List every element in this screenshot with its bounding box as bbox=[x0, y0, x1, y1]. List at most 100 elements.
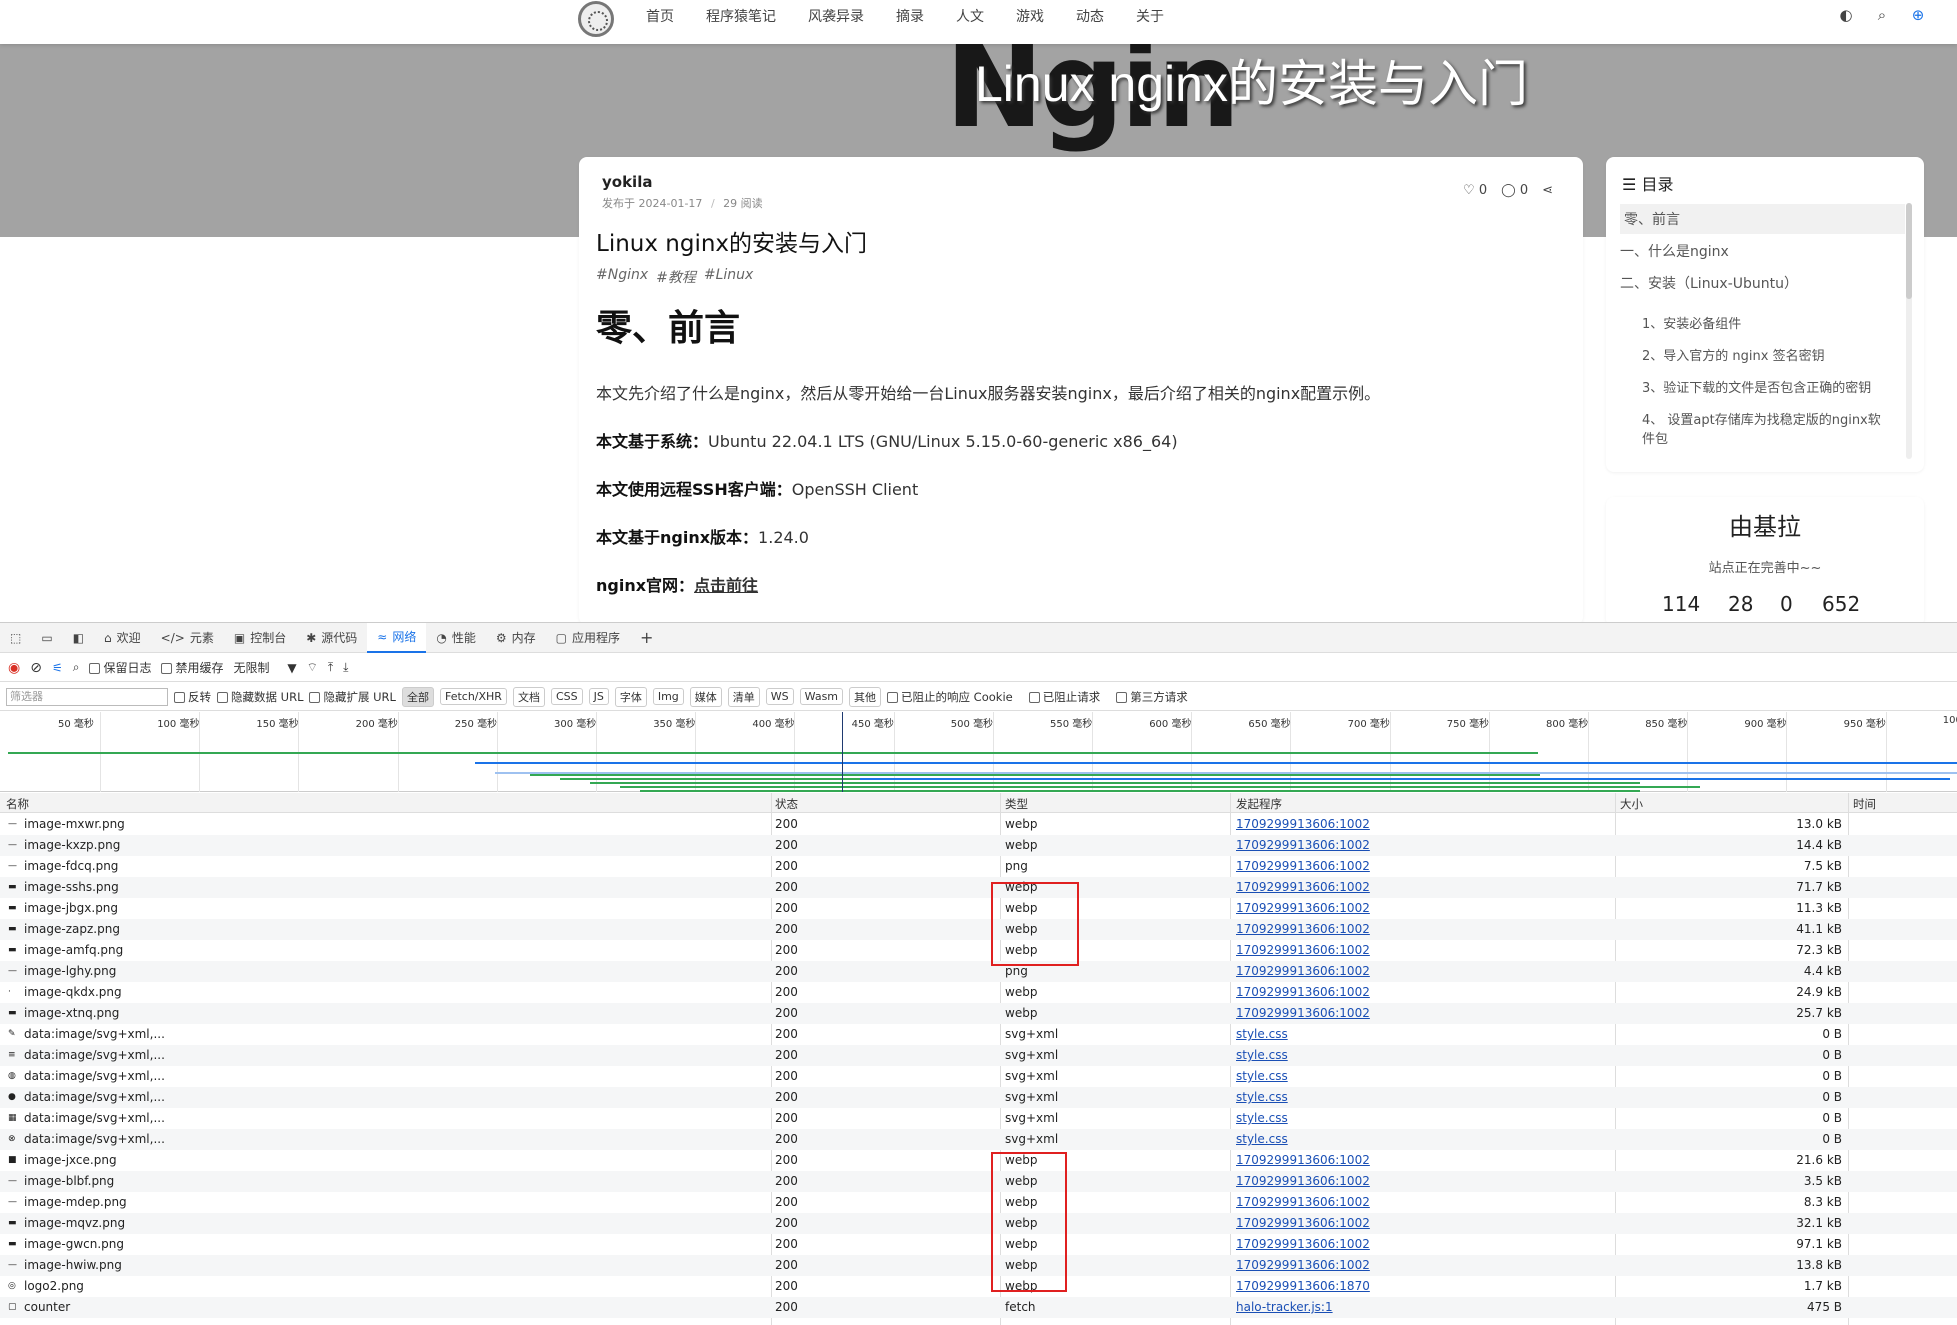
request-name[interactable]: image-zapz.png bbox=[24, 922, 120, 936]
col-size[interactable]: 大小 bbox=[1620, 796, 1643, 812]
request-initiator[interactable]: 1709299913606:1002 bbox=[1236, 1153, 1370, 1167]
hide-data-url-checkbox[interactable]: 隐藏数据 URL bbox=[217, 689, 303, 705]
nav-link-about[interactable]: 关于 bbox=[1136, 6, 1164, 26]
tag-tutorial[interactable]: #教程 bbox=[656, 267, 696, 287]
request-name[interactable]: counter bbox=[24, 1300, 70, 1314]
request-name[interactable]: image-lghy.png bbox=[24, 964, 116, 978]
table-row[interactable]: — image-blbf.png 200 webp 1709299913606:1002… bbox=[0, 1171, 1957, 1192]
search-icon[interactable]: ⌕ bbox=[1873, 6, 1891, 24]
type-filter-font[interactable]: 字体 bbox=[614, 686, 647, 707]
blocked-requests-checkbox[interactable]: 已阻止请求 bbox=[1028, 689, 1100, 705]
table-row[interactable]: ▬ image-mqvz.png 200 webp 1709299913606:1002… bbox=[0, 1213, 1957, 1234]
type-filter-doc[interactable]: 文档 bbox=[512, 686, 545, 707]
request-initiator[interactable]: 1709299913606:1002 bbox=[1236, 838, 1370, 852]
request-initiator[interactable]: 1709299913606:1002 bbox=[1236, 1258, 1370, 1272]
table-row[interactable]: ▬ image-gwcn.png 200 webp 1709299913606:1002… bbox=[0, 1234, 1957, 1255]
table-row[interactable]: ◍ data:image/svg+xml,... 200 svg+xml style.c… bbox=[0, 1066, 1957, 1087]
request-name[interactable]: image-qkdx.png bbox=[24, 985, 122, 999]
request-initiator[interactable]: 1709299913606:1870 bbox=[1236, 1279, 1370, 1293]
toc-item[interactable]: 二、安装（Linux-Ubuntu） bbox=[1620, 273, 1905, 293]
request-initiator[interactable]: style.css bbox=[1236, 1111, 1288, 1125]
network-conditions-icon[interactable]: ⌔ bbox=[307, 660, 318, 675]
type-filter-other[interactable]: 其他 bbox=[849, 686, 882, 707]
network-timeline[interactable]: 50 毫秒 100 毫秒 150 毫秒 200 毫秒 250 毫秒 300 毫秒 350 毫… bbox=[0, 712, 1957, 792]
table-row[interactable]: ▬ image-sshs.png 200 webp 1709299913606:1002… bbox=[0, 877, 1957, 898]
tab-memory[interactable]: ⚙ 内存 bbox=[486, 623, 546, 653]
filter-icon[interactable]: ⚟ bbox=[52, 661, 63, 675]
add-tab-icon[interactable]: + bbox=[630, 623, 663, 653]
request-name[interactable]: image-amfq.png bbox=[24, 943, 123, 957]
theme-toggle-icon[interactable]: ◐ bbox=[1837, 6, 1855, 24]
toc-item[interactable]: 零、前言 bbox=[1620, 204, 1905, 234]
request-initiator[interactable]: 1709299913606:1002 bbox=[1236, 943, 1370, 957]
request-name[interactable]: image-gwcn.png bbox=[24, 1237, 124, 1251]
share-icon[interactable]: ⋖ bbox=[1542, 183, 1553, 198]
table-row[interactable]: — image-mxwr.png 200 webp 1709299913606:1002… bbox=[0, 814, 1957, 835]
table-row[interactable]: · image-qkdx.png 200 webp 1709299913606:1002… bbox=[0, 982, 1957, 1003]
nav-link-excerpts[interactable]: 摘录 bbox=[896, 6, 924, 26]
type-filter-xhr[interactable]: Fetch/XHR bbox=[439, 688, 507, 705]
tag-nginx[interactable]: #Nginx bbox=[596, 267, 648, 287]
record-icon[interactable]: ◉ bbox=[8, 660, 20, 676]
request-name[interactable]: data:image/svg+xml,... bbox=[24, 1090, 165, 1104]
request-name[interactable]: image-mqvz.png bbox=[24, 1216, 125, 1230]
table-row[interactable]: ✎ data:image/svg+xml,... 200 svg+xml style.c… bbox=[0, 1024, 1957, 1045]
type-filter-wasm[interactable]: Wasm bbox=[799, 688, 844, 705]
request-name[interactable]: data:image/svg+xml,... bbox=[24, 1069, 165, 1083]
disable-cache-checkbox[interactable]: 禁用缓存 bbox=[161, 659, 223, 676]
table-row[interactable]: ⊗ data:image/svg+xml,... 200 svg+xml style.c… bbox=[0, 1129, 1957, 1150]
table-row[interactable]: — image-fdcq.png 200 png 1709299913606:1002 7… bbox=[0, 856, 1957, 877]
request-initiator[interactable]: 1709299913606:1002 bbox=[1236, 901, 1370, 915]
table-row[interactable]: ▬ image-amfq.png 200 webp 1709299913606:1002… bbox=[0, 940, 1957, 961]
comment-button[interactable]: ◯ 0 bbox=[1501, 183, 1528, 198]
request-name[interactable]: image-xtnq.png bbox=[24, 1006, 119, 1020]
request-initiator[interactable]: 1709299913606:1002 bbox=[1236, 1174, 1370, 1188]
request-initiator[interactable]: 1709299913606:1002 bbox=[1236, 1006, 1370, 1020]
table-row[interactable]: — image-hwiw.png 200 webp 1709299913606:1002… bbox=[0, 1255, 1957, 1276]
preserve-log-checkbox[interactable]: 保留日志 bbox=[89, 659, 151, 676]
request-name[interactable]: data:image/svg+xml,... bbox=[24, 1111, 165, 1125]
toc-item[interactable]: 2、导入官方的 nginx 签名密钥 bbox=[1642, 345, 1927, 364]
language-icon[interactable]: ⊕ bbox=[1909, 6, 1927, 24]
nav-link-humanities[interactable]: 人文 bbox=[956, 6, 984, 26]
col-initiator[interactable]: 发起程序 bbox=[1236, 796, 1282, 812]
invert-checkbox[interactable]: 反转 bbox=[174, 689, 211, 705]
request-initiator[interactable]: 1709299913606:1002 bbox=[1236, 1195, 1370, 1209]
request-initiator[interactable]: 1709299913606:1002 bbox=[1236, 859, 1370, 873]
nav-link-games[interactable]: 游戏 bbox=[1016, 6, 1044, 26]
request-initiator[interactable]: style.css bbox=[1236, 1069, 1288, 1083]
device-icon[interactable]: ▭ bbox=[31, 623, 62, 653]
table-row[interactable]: ≡ data:image/svg+xml,... 200 svg+xml style.c… bbox=[0, 1045, 1957, 1066]
official-site-link[interactable]: 点击前往 bbox=[694, 576, 758, 595]
nav-link-home[interactable]: 首页 bbox=[646, 6, 674, 26]
request-name[interactable]: image-kxzp.png bbox=[24, 838, 120, 852]
tab-welcome[interactable]: ⌂ 欢迎 bbox=[94, 623, 151, 653]
request-name[interactable]: image-mxwr.png bbox=[24, 817, 125, 831]
table-row[interactable]: ■ image-jxce.png 200 webp 1709299913606:1002… bbox=[0, 1150, 1957, 1171]
dock-icon[interactable]: ◧ bbox=[63, 623, 94, 653]
tab-elements[interactable]: </> 元素 bbox=[151, 623, 224, 653]
table-row[interactable]: ▬ image-xtnq.png 200 webp 1709299913606:1002… bbox=[0, 1003, 1957, 1024]
request-initiator[interactable]: style.css bbox=[1236, 1048, 1288, 1062]
col-status[interactable]: 状态 bbox=[775, 796, 798, 812]
request-initiator[interactable]: style.css bbox=[1236, 1090, 1288, 1104]
tab-performance[interactable]: ◔ 性能 bbox=[426, 623, 486, 653]
throttle-select[interactable]: 无限制 ▼ bbox=[233, 659, 296, 676]
like-button[interactable]: ♡ 0 bbox=[1463, 183, 1487, 198]
table-row[interactable]: ▬ image-zapz.png 200 webp 1709299913606:1002… bbox=[0, 919, 1957, 940]
tab-console[interactable]: ▣ 控制台 bbox=[224, 623, 296, 653]
toc-scrollbar[interactable] bbox=[1906, 203, 1912, 459]
request-name[interactable]: image-hwiw.png bbox=[24, 1258, 122, 1272]
tab-application[interactable]: ▢ 应用程序 bbox=[546, 623, 630, 653]
table-row[interactable]: — image-kxzp.png 200 webp 1709299913606:1002… bbox=[0, 835, 1957, 856]
request-initiator[interactable]: 1709299913606:1002 bbox=[1236, 985, 1370, 999]
col-type[interactable]: 类型 bbox=[1005, 796, 1028, 812]
type-filter-css[interactable]: CSS bbox=[550, 688, 583, 705]
filter-input[interactable]: 筛选器 bbox=[6, 687, 168, 706]
nav-link-records[interactable]: 风袭异录 bbox=[808, 6, 864, 26]
type-filter-media[interactable]: 媒体 bbox=[689, 686, 722, 707]
request-initiator[interactable]: 1709299913606:1002 bbox=[1236, 922, 1370, 936]
toc-item[interactable]: 4、 设置apt存储库为找稳定版的nginx软件包 bbox=[1642, 409, 1892, 447]
type-filter-all[interactable]: 全部 bbox=[401, 686, 434, 707]
request-initiator[interactable]: style.css bbox=[1236, 1027, 1288, 1041]
